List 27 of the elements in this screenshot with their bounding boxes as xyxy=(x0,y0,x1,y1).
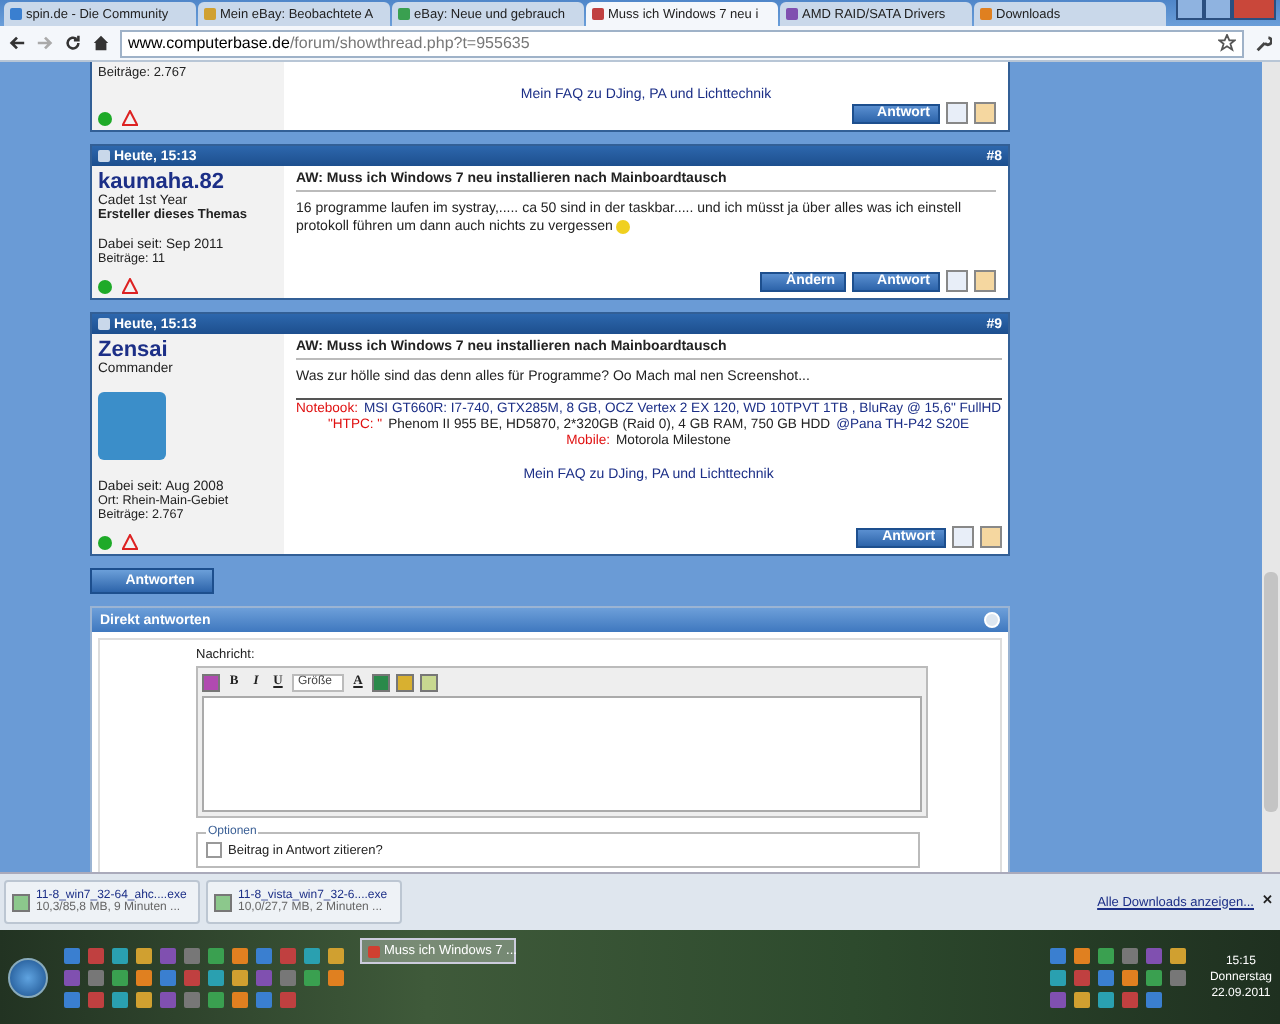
file-icon xyxy=(214,893,232,911)
home-icon[interactable] xyxy=(92,34,110,52)
online-status-icon xyxy=(98,279,112,293)
warning-icon[interactable] xyxy=(122,110,138,126)
maximize-button[interactable] xyxy=(1204,0,1232,20)
online-status-icon xyxy=(98,111,112,125)
forward-icon[interactable] xyxy=(36,34,54,52)
warning-icon[interactable] xyxy=(122,278,138,294)
close-icon[interactable] xyxy=(984,612,1000,628)
address-field[interactable]: www.computerbase.de/forum/showthread.php?t=955635 xyxy=(120,29,1244,57)
username-link[interactable]: Zensai xyxy=(98,338,278,362)
scrollbar[interactable] xyxy=(1262,62,1280,872)
minimize-button[interactable] xyxy=(1176,0,1204,20)
back-icon[interactable] xyxy=(8,34,26,52)
online-status-icon xyxy=(98,535,112,549)
username-link[interactable]: kaumaha.82 xyxy=(98,170,278,194)
message-input[interactable] xyxy=(202,696,922,812)
quote-checkbox[interactable] xyxy=(206,842,222,858)
wrench-icon[interactable] xyxy=(1254,34,1272,52)
start-button[interactable] xyxy=(8,957,48,997)
reload-icon[interactable] xyxy=(64,34,82,52)
smiley-icon xyxy=(616,220,631,235)
star-icon[interactable] xyxy=(1218,34,1236,52)
close-button[interactable] xyxy=(1232,0,1276,20)
file-icon xyxy=(12,893,30,911)
warning-icon[interactable] xyxy=(122,534,138,550)
avatar-placeholder xyxy=(98,392,166,460)
